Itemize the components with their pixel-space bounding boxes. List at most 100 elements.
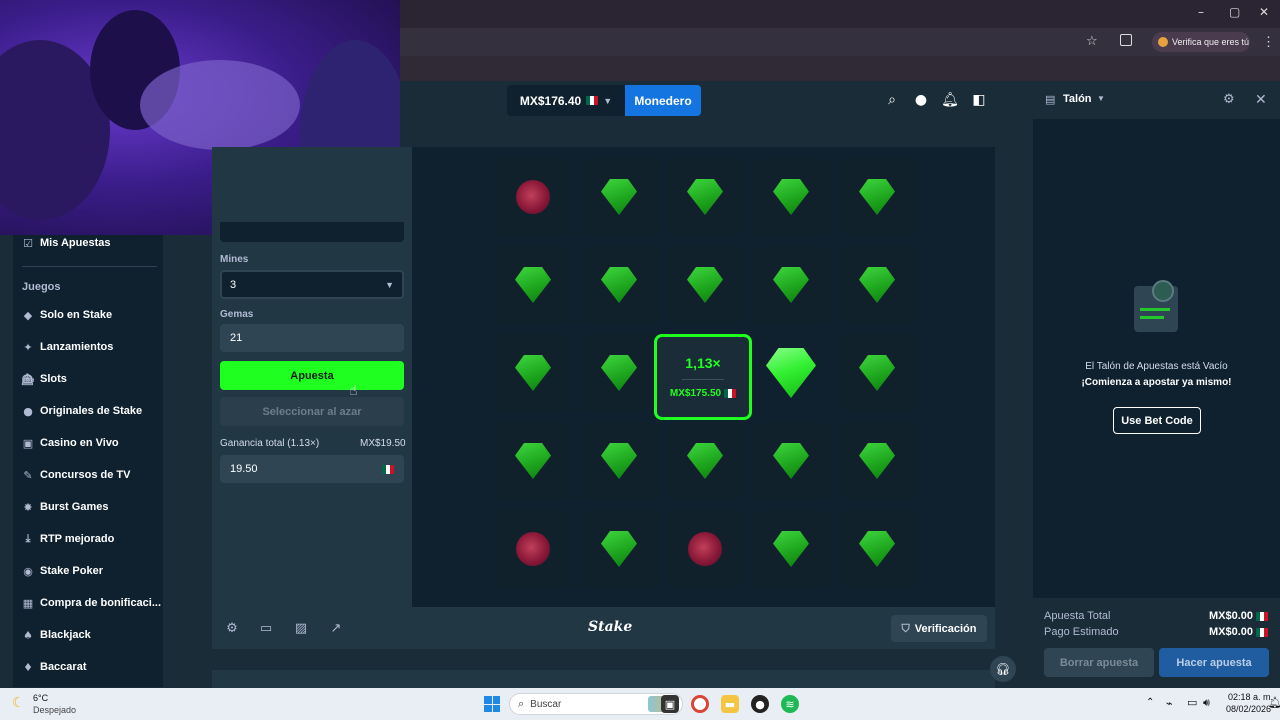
- board-tile[interactable]: [494, 510, 572, 588]
- board-tile[interactable]: [494, 158, 572, 236]
- user-icon[interactable]: ●: [913, 92, 929, 108]
- place-bet-button[interactable]: Hacer apuesta: [1159, 648, 1269, 677]
- settings-icon[interactable]: ⚙: [1223, 92, 1235, 107]
- betslip-title[interactable]: Talón: [1063, 93, 1092, 105]
- toggle-betslip-icon[interactable]: ◧: [971, 92, 987, 108]
- board-tile[interactable]: [666, 422, 744, 500]
- chrome-icon[interactable]: [691, 695, 709, 713]
- sidebar-item-label: Burst Games: [40, 501, 109, 513]
- bet-amount-field[interactable]: [220, 222, 404, 242]
- board-tile[interactable]: [752, 510, 830, 588]
- minimize-icon[interactable]: –: [1198, 5, 1204, 19]
- taskbar-search[interactable]: ⌕ Buscar: [509, 693, 683, 715]
- gem-icon: [515, 443, 551, 479]
- board-tile[interactable]: [494, 246, 572, 324]
- board-tile[interactable]: [838, 510, 916, 588]
- slots-icon: 🎰︎: [21, 372, 35, 386]
- close-window-icon[interactable]: ✕: [1259, 5, 1269, 19]
- network-icon[interactable]: ⌁: [1166, 697, 1173, 710]
- sidebar-item[interactable]: ✦ Lanzamientos: [22, 341, 113, 354]
- browser-menu-icon[interactable]: ⋮: [1262, 34, 1275, 50]
- board-tile[interactable]: [494, 334, 572, 412]
- file-explorer-icon[interactable]: ▬: [721, 695, 739, 713]
- empty-betslip-cta: ¡Comienza a apostar ya mismo!: [1081, 377, 1232, 388]
- board-tile[interactable]: [580, 422, 658, 500]
- clock-time[interactable]: 02:18 a. m.: [1228, 692, 1273, 702]
- sidebar-item[interactable]: ♦ Baccarat: [22, 661, 86, 674]
- board-tile[interactable]: [752, 422, 830, 500]
- chevron-down-icon[interactable]: ▼: [1097, 94, 1105, 103]
- notification-bell-icon[interactable]: 🔔︎: [1268, 696, 1280, 709]
- monitor-icon[interactable]: ▭: [1187, 696, 1197, 709]
- board-tile[interactable]: [666, 510, 744, 588]
- profile-verify-chip[interactable]: Verifica que eres tú: [1152, 32, 1250, 52]
- gem-icon: [687, 443, 723, 479]
- close-icon[interactable]: ✕: [1255, 91, 1267, 108]
- clock-date[interactable]: 08/02/2026: [1226, 704, 1271, 714]
- sidebar-item[interactable]: ⤓ RTP mejorado: [22, 532, 115, 545]
- est-payout-label: Pago Estimado: [1044, 626, 1119, 638]
- weather-desc[interactable]: Despejado: [33, 705, 76, 715]
- board-tile[interactable]: [838, 158, 916, 236]
- stake-logo: Stake: [588, 619, 633, 635]
- sidebar-item[interactable]: ● Originales de Stake: [22, 405, 142, 418]
- board-tile[interactable]: [752, 158, 830, 236]
- app-icon[interactable]: ●: [751, 695, 769, 713]
- extensions-icon[interactable]: [1120, 34, 1132, 46]
- sidebar-item-label: RTP mejorado: [40, 533, 115, 545]
- sidebar-item[interactable]: 🎰︎ Slots: [21, 372, 67, 386]
- weather-moon-icon[interactable]: ☾: [12, 695, 25, 711]
- wallet-button[interactable]: Monedero: [625, 85, 701, 116]
- sidebar-item[interactable]: ✎ Concursos de TV: [22, 468, 130, 482]
- bet-button[interactable]: Apuesta: [220, 361, 404, 390]
- board-tile[interactable]: [838, 334, 916, 412]
- tv-icon: ✎: [23, 468, 33, 482]
- spotify-icon[interactable]: ≋: [781, 695, 799, 713]
- fairness-verification-button[interactable]: ⛉ Verificación: [891, 615, 987, 642]
- sidebar-item-label: Compra de bonificaci...: [40, 597, 162, 609]
- board-tile[interactable]: [666, 158, 744, 236]
- sidebar-item[interactable]: ♠ Blackjack: [22, 629, 91, 642]
- weather-temp[interactable]: 6°C: [33, 693, 48, 703]
- maximize-icon[interactable]: ▢: [1229, 5, 1240, 19]
- board-tile[interactable]: [752, 334, 830, 412]
- theatre-mode-icon[interactable]: ▭: [259, 621, 273, 636]
- popout-icon[interactable]: ↗: [329, 621, 343, 636]
- empty-betslip-title: El Talón de Apuestas está Vacío: [1085, 361, 1228, 372]
- total-bet-label: Apuesta Total: [1044, 610, 1111, 622]
- sidebar-item[interactable]: ✸ Burst Games: [22, 501, 109, 514]
- volume-icon[interactable]: 🔊︎: [1203, 696, 1210, 710]
- board-tile[interactable]: [838, 422, 916, 500]
- gem-icon: [773, 531, 809, 567]
- search-icon[interactable]: ⌕: [884, 92, 900, 108]
- bookmark-star-icon[interactable]: ☆: [1086, 34, 1098, 49]
- board-tile[interactable]: [580, 334, 658, 412]
- sidebar-item-my-bets[interactable]: ☑ Mis Apuestas: [22, 237, 110, 250]
- settings-icon[interactable]: ⚙: [225, 621, 239, 636]
- clear-bet-button[interactable]: Borrar apuesta: [1044, 648, 1154, 677]
- board-tile[interactable]: [838, 246, 916, 324]
- sidebar-item[interactable]: ▣ Casino en Vivo: [22, 437, 119, 450]
- sidebar-item[interactable]: ◆ Solo en Stake: [22, 309, 112, 322]
- gem-icon: [515, 267, 551, 303]
- sidebar-item[interactable]: ▦ Compra de bonificaci...: [22, 597, 162, 610]
- use-bet-code-button[interactable]: Use Bet Code: [1113, 407, 1201, 434]
- board-tile[interactable]: [580, 158, 658, 236]
- notifications-icon[interactable]: 🔔︎: [941, 92, 959, 108]
- stats-icon[interactable]: ▨: [294, 621, 308, 636]
- mines-select[interactable]: 3 ▼: [220, 270, 404, 299]
- tray-chevron-icon[interactable]: ⌃: [1146, 697, 1154, 708]
- board-tile[interactable]: [580, 510, 658, 588]
- shield-check-icon: ⛉: [901, 621, 910, 635]
- sidebar-item[interactable]: ◉ Stake Poker: [22, 565, 103, 578]
- board-tile[interactable]: [494, 422, 572, 500]
- random-pick-button[interactable]: Seleccionar al azar: [220, 397, 404, 426]
- board-tile[interactable]: [666, 246, 744, 324]
- task-view-icon[interactable]: ▣: [661, 695, 679, 713]
- windows-start-icon[interactable]: [484, 696, 500, 712]
- board-tile[interactable]: [752, 246, 830, 324]
- balance-selector[interactable]: MX$176.40 ▼: [507, 85, 625, 116]
- board-tile[interactable]: [580, 246, 658, 324]
- support-headset-icon[interactable]: 🎧︎: [990, 656, 1016, 682]
- gem-icon: [601, 355, 637, 391]
